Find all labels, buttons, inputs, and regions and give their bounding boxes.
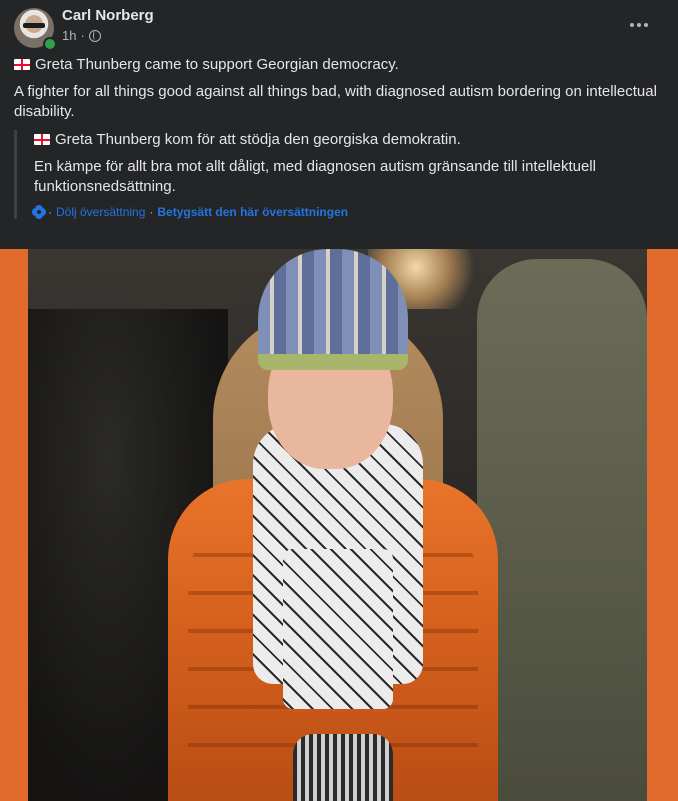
translation-block: Greta Thunberg kom för att stödja den ge… [14,130,674,219]
globe-icon[interactable] [88,29,101,42]
meta-separator: · [80,28,85,43]
author-name[interactable]: Carl Norberg [62,7,154,24]
avatar-glasses [23,23,45,28]
post-photo[interactable] [0,249,678,801]
post-meta: 1h · [62,28,101,43]
online-status-icon [43,37,57,51]
post-text: Greta Thunberg came to support Georgian … [14,55,664,129]
georgia-flag-icon [14,59,30,70]
translation-line-1: Greta Thunberg kom för att stödja den ge… [34,130,674,150]
translation-line-2: En kämpe för allt bra mot allt dåligt, m… [34,158,596,195]
photo-glove [293,734,393,801]
more-options-button[interactable] [624,10,654,40]
gear-icon[interactable] [34,207,44,217]
hide-translation-link[interactable]: Dölj översättning [56,205,145,219]
post-card: Carl Norberg 1h · Greta Thunberg came to… [0,0,678,801]
photo-content [28,249,647,801]
translation-actions: · Dölj översättning · Betygsätt den här … [34,205,674,219]
post-time[interactable]: 1h [62,28,76,43]
more-options-icon [630,23,634,27]
photo-hat [258,249,408,370]
post-text-line-1: Greta Thunberg came to support Georgian … [14,55,664,75]
post-text-line-2: A fighter for all things good against al… [14,83,657,120]
post-header: Carl Norberg 1h · [14,6,664,51]
rate-translation-link[interactable]: Betygsätt den här översättningen [157,205,348,219]
photo-person-right [477,259,647,801]
georgia-flag-icon [34,134,50,145]
photo-scarf-front [283,549,393,709]
